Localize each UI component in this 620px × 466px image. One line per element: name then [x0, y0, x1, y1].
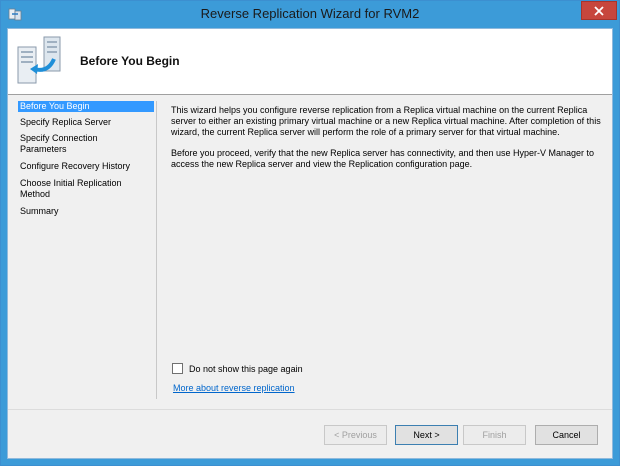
nav-step-specify-connection-parameters[interactable]: Specify Connection Parameters [18, 133, 118, 155]
wizard-steps-nav: Before You Begin Specify Replica Server … [8, 94, 156, 430]
cancel-button[interactable]: Cancel [535, 425, 598, 445]
page-title: Before You Begin [80, 54, 180, 68]
nav-step-summary[interactable]: Summary [18, 206, 154, 217]
nav-step-specify-replica-server[interactable]: Specify Replica Server [18, 117, 154, 128]
intro-paragraph: This wizard helps you configure reverse … [171, 105, 601, 137]
instructions-paragraph: Before you proceed, verify that the new … [171, 148, 595, 169]
title-bar[interactable]: Reverse Replication Wizard for RVM2 [1, 1, 619, 28]
footer-divider [8, 409, 612, 410]
wizard-body: Before You Begin Before You Begin Specif… [7, 28, 613, 459]
server-replication-icon [14, 33, 70, 89]
window-title: Reverse Replication Wizard for RVM2 [200, 6, 420, 21]
content-area: This wizard helps you configure reverse … [171, 105, 601, 180]
dont-show-again-row[interactable]: Do not show this page again [172, 363, 303, 374]
previous-button[interactable]: < Previous [324, 425, 387, 445]
nav-step-before-you-begin[interactable]: Before You Begin [18, 101, 154, 112]
nav-step-choose-initial-replication-method[interactable]: Choose Initial Replication Method [18, 178, 133, 200]
dont-show-again-label[interactable]: Do not show this page again [189, 364, 303, 374]
more-about-reverse-replication-link[interactable]: More about reverse replication [173, 383, 295, 393]
wizard-header: Before You Begin [8, 29, 612, 95]
next-button[interactable]: Next > [395, 425, 458, 445]
dont-show-again-checkbox[interactable] [172, 363, 183, 374]
finish-button[interactable]: Finish [463, 425, 526, 445]
close-icon [594, 5, 604, 16]
wizard-window: Reverse Replication Wizard for RVM2 Befo… [0, 0, 620, 466]
nav-step-configure-recovery-history[interactable]: Configure Recovery History [18, 161, 154, 172]
close-button[interactable] [581, 1, 617, 20]
nav-divider [156, 101, 157, 399]
